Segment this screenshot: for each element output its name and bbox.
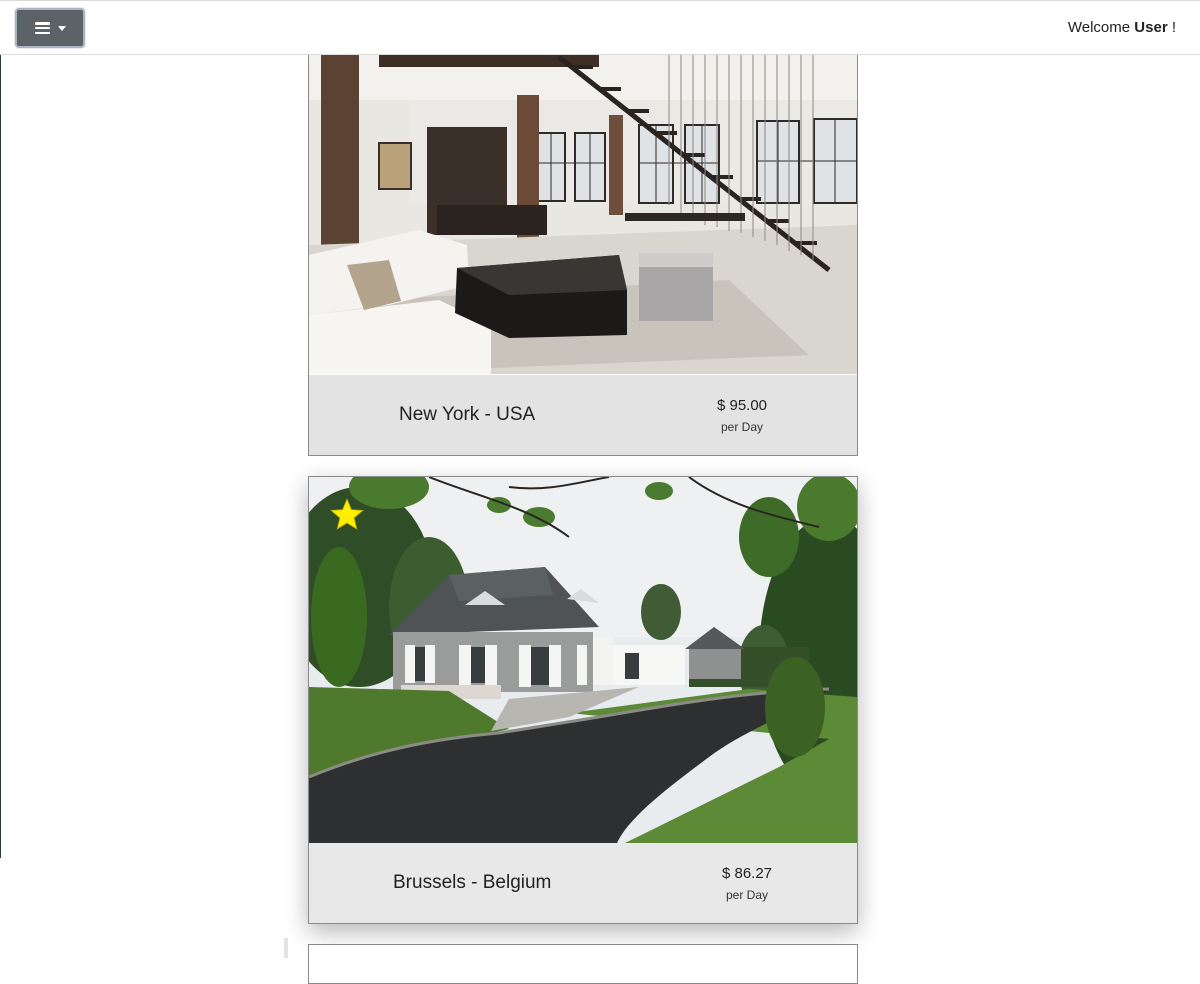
house-exterior-photo <box>309 477 857 843</box>
star-icon[interactable] <box>329 497 365 533</box>
loft-interior-photo <box>309 55 857 374</box>
listing-price-unit: per Day <box>725 888 769 902</box>
listing-price: $ 86.27 <box>721 865 773 882</box>
welcome-message: Welcome User ! <box>1068 19 1176 36</box>
hamburger-icon <box>34 22 50 34</box>
listing-price-unit: per Day <box>720 420 764 434</box>
caret-down-icon <box>57 26 66 31</box>
listing-location[interactable]: Brussels - Belgium <box>393 872 551 894</box>
listing-footer: Brussels - Belgium $ 86.27 per Day <box>309 843 857 923</box>
listing-card[interactable] <box>308 944 858 984</box>
listing-card[interactable]: Brussels - Belgium $ 86.27 per Day <box>308 476 858 924</box>
window-edge <box>0 55 1 858</box>
welcome-suffix: ! <box>1171 19 1176 36</box>
menu-dropdown-button[interactable] <box>15 8 85 48</box>
top-navbar: Welcome User ! <box>0 0 1200 55</box>
listing-footer: New York - USA $ 95.00 per Day <box>309 375 857 455</box>
welcome-prefix: Welcome <box>1067 19 1131 36</box>
scroll-indicator <box>284 938 288 958</box>
listing-price: $ 95.00 <box>716 397 768 414</box>
listing-card[interactable]: New York - USA $ 95.00 per Day <box>308 55 858 456</box>
welcome-username: User <box>1134 19 1168 36</box>
listing-location[interactable]: New York - USA <box>399 404 535 426</box>
